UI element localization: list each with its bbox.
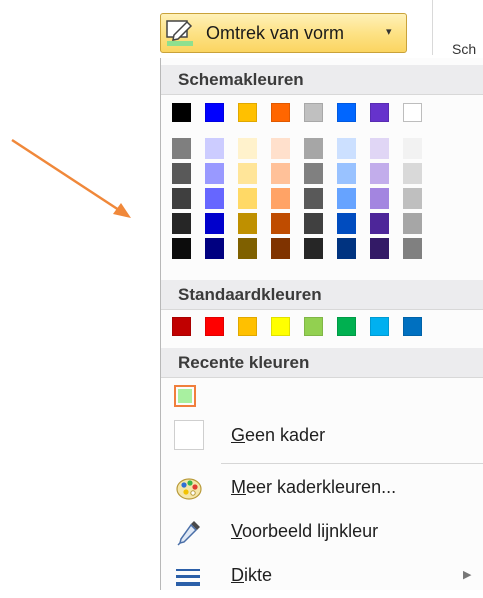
theme-shade-swatch[interactable] [205, 138, 224, 159]
no-outline-label: Geen kader [231, 425, 326, 445]
theme-shade-swatch[interactable] [238, 163, 257, 184]
no-outline-item[interactable]: Geen kader [161, 414, 483, 458]
theme-shade-swatch[interactable] [271, 163, 290, 184]
standard-color-swatch[interactable] [238, 317, 257, 336]
weight-label: Dikte [231, 565, 273, 585]
theme-color-swatch[interactable] [238, 103, 257, 122]
theme-shade-swatch[interactable] [403, 213, 422, 234]
theme-shade-swatch[interactable] [172, 238, 191, 259]
theme-shade-swatch[interactable] [370, 238, 389, 259]
theme-shade-swatch[interactable] [304, 138, 323, 159]
chevron-down-icon: ▾ [386, 26, 392, 38]
standard-colors-header: Standaardkleuren [161, 280, 483, 310]
theme-color-swatch[interactable] [337, 103, 356, 122]
weight-item[interactable]: Dikte ▶ [161, 554, 483, 598]
recent-colors-title: Recente kleuren [178, 353, 310, 372]
theme-color-swatch[interactable] [271, 103, 290, 122]
theme-color-swatch[interactable] [403, 103, 422, 122]
theme-color-swatch[interactable] [370, 103, 389, 122]
empty-box-icon [174, 420, 204, 450]
shape-outline-button[interactable]: Omtrek van vorm ▾ [160, 13, 407, 53]
theme-shade-swatch[interactable] [172, 213, 191, 234]
pencil-square-icon [166, 20, 193, 46]
theme-shade-swatch[interactable] [337, 213, 356, 234]
shape-outline-label: Omtrek van vorm [206, 23, 345, 43]
eyedropper-icon [177, 521, 200, 546]
more-colors-item[interactable]: Meer kaderkleuren... [161, 466, 483, 510]
more-colors-label: Meer kaderkleuren... [231, 477, 397, 497]
standard-color-swatch[interactable] [403, 317, 422, 336]
theme-shade-swatch[interactable] [403, 188, 422, 209]
standard-colors-title: Standaardkleuren [178, 285, 322, 304]
theme-colors-header: Schemakleuren [161, 65, 483, 95]
theme-shade-swatch[interactable] [304, 163, 323, 184]
theme-shade-swatch[interactable] [370, 188, 389, 209]
outline-color-menu: Schemakleuren Standaardkleuren Recente k… [160, 58, 483, 590]
theme-shade-swatch[interactable] [370, 138, 389, 159]
standard-color-swatch[interactable] [337, 317, 356, 336]
theme-shade-swatch[interactable] [238, 188, 257, 209]
chevron-right-icon: ▶ [463, 569, 472, 581]
theme-shade-swatch[interactable] [271, 138, 290, 159]
theme-shade-swatch[interactable] [337, 188, 356, 209]
eyedropper-item[interactable]: Voorbeeld lijnkleur [161, 510, 483, 554]
menu-divider [221, 463, 483, 464]
theme-color-swatch[interactable] [172, 103, 191, 122]
theme-shade-swatch[interactable] [172, 138, 191, 159]
next-group-label: Sch [452, 41, 477, 57]
theme-shade-swatch[interactable] [271, 188, 290, 209]
theme-shade-swatch[interactable] [337, 138, 356, 159]
standard-color-swatch[interactable] [271, 317, 290, 336]
theme-shade-swatch[interactable] [337, 163, 356, 184]
line-weight-icon [176, 569, 200, 586]
theme-shade-swatch[interactable] [403, 138, 422, 159]
theme-shade-swatch[interactable] [271, 213, 290, 234]
annotation-arrow [11, 138, 131, 218]
theme-shade-swatch[interactable] [337, 238, 356, 259]
theme-shade-swatch[interactable] [238, 238, 257, 259]
theme-shade-swatch[interactable] [205, 163, 224, 184]
theme-color-swatch[interactable] [205, 103, 224, 122]
standard-color-swatch[interactable] [205, 317, 224, 336]
recent-colors-header: Recente kleuren [161, 348, 483, 378]
theme-colors-title: Schemakleuren [178, 70, 304, 89]
theme-shade-swatch[interactable] [172, 188, 191, 209]
eyedropper-label: Voorbeeld lijnkleur [231, 521, 379, 541]
theme-shade-swatch[interactable] [238, 213, 257, 234]
palette-icon [176, 478, 202, 500]
standard-color-swatch[interactable] [304, 317, 323, 336]
recent-color-swatch[interactable] [174, 385, 196, 407]
theme-shade-swatch[interactable] [205, 213, 224, 234]
standard-color-swatch[interactable] [172, 317, 191, 336]
standard-color-swatch[interactable] [370, 317, 389, 336]
theme-shade-swatch[interactable] [370, 213, 389, 234]
theme-shade-swatch[interactable] [172, 163, 191, 184]
theme-shade-swatch[interactable] [238, 138, 257, 159]
theme-shade-swatch[interactable] [403, 238, 422, 259]
theme-shade-swatch[interactable] [304, 188, 323, 209]
theme-shade-swatch[interactable] [403, 163, 422, 184]
theme-shade-swatch[interactable] [271, 238, 290, 259]
theme-color-swatch[interactable] [304, 103, 323, 122]
ribbon-separator [432, 0, 433, 55]
theme-shade-swatch[interactable] [304, 238, 323, 259]
theme-shade-swatch[interactable] [205, 188, 224, 209]
theme-shade-swatch[interactable] [205, 238, 224, 259]
theme-shade-swatch[interactable] [370, 163, 389, 184]
recent-color-fill [178, 389, 192, 403]
theme-shade-swatch[interactable] [304, 213, 323, 234]
